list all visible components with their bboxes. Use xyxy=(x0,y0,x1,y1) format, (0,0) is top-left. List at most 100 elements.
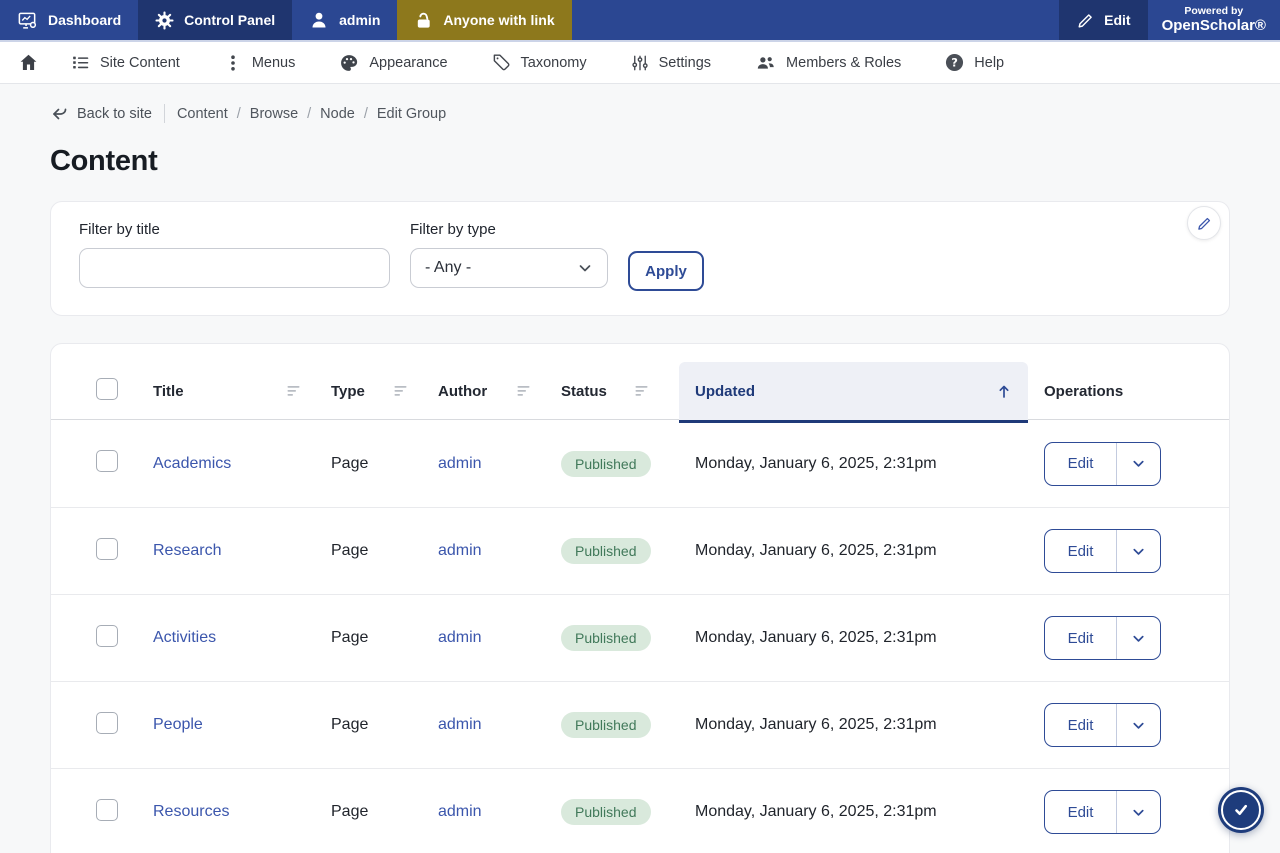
chevron-down-icon xyxy=(1131,631,1146,646)
nav-item-site-content[interactable]: Site Content xyxy=(71,53,180,72)
sliders-icon xyxy=(631,54,649,72)
row-title-link[interactable]: Activities xyxy=(153,629,216,646)
table-body: Academics Page admin Published Monday, J… xyxy=(51,420,1229,853)
row-checkbox-cell xyxy=(96,799,153,826)
nav-item-menus[interactable]: Menus xyxy=(224,54,296,72)
column-header-updated-sorted[interactable]: Updated xyxy=(679,362,1028,420)
column-header-status[interactable]: Status xyxy=(561,383,679,400)
row-operations-dropdown-button[interactable] xyxy=(1117,443,1160,485)
nav-item-members-roles[interactable]: Members & Roles xyxy=(755,52,901,73)
row-operations-split-button: Edit xyxy=(1044,442,1161,486)
filter-title-label: Filter by title xyxy=(79,221,390,238)
confirm-check-button[interactable] xyxy=(1218,787,1264,833)
topbar-item-admin[interactable]: admin xyxy=(292,0,397,40)
row-checkbox[interactable] xyxy=(96,450,118,472)
row-operations-dropdown-button[interactable] xyxy=(1117,791,1160,833)
topbar-item-share-link[interactable]: Anyone with link xyxy=(397,0,571,40)
row-title-link[interactable]: Research xyxy=(153,542,221,559)
row-author-link[interactable]: admin xyxy=(438,803,482,820)
filter-edit-button[interactable] xyxy=(1187,206,1221,240)
row-edit-button[interactable]: Edit xyxy=(1045,530,1116,572)
topbar-item-dashboard[interactable]: Dashboard xyxy=(0,0,138,40)
pencil-icon xyxy=(1076,11,1094,29)
row-edit-button[interactable]: Edit xyxy=(1045,443,1116,485)
status-badge: Published xyxy=(561,799,651,825)
topbar-edit-label: Edit xyxy=(1104,12,1130,28)
list-icon xyxy=(71,53,90,72)
row-edit-button[interactable]: Edit xyxy=(1045,791,1116,833)
topbar-item-control-panel[interactable]: Control Panel xyxy=(138,0,292,40)
row-title-link[interactable]: Academics xyxy=(153,455,231,472)
row-author-link[interactable]: admin xyxy=(438,542,482,559)
row-type: Page xyxy=(331,629,368,646)
sort-ascending-arrow-icon xyxy=(996,383,1012,400)
table-row: Academics Page admin Published Monday, J… xyxy=(51,420,1229,507)
row-checkbox[interactable] xyxy=(96,538,118,560)
nav-item-label: Menus xyxy=(252,55,296,71)
sort-icon[interactable] xyxy=(635,385,649,397)
nav-item-label: Site Content xyxy=(100,55,180,71)
powered-by-openscholar: Powered by OpenScholar® xyxy=(1148,0,1280,40)
breadcrumb-item[interactable]: Browse xyxy=(250,106,298,122)
sort-icon[interactable] xyxy=(394,385,408,397)
row-title-link[interactable]: Resources xyxy=(153,803,229,820)
row-checkbox[interactable] xyxy=(96,799,118,821)
gear-icon xyxy=(155,11,174,30)
filter-type-group: Filter by type - Any - xyxy=(410,221,608,288)
filter-type-selected-value: - Any - xyxy=(425,259,471,277)
sort-icon[interactable] xyxy=(287,385,301,397)
row-author-link[interactable]: admin xyxy=(438,455,482,472)
filter-type-select[interactable]: - Any - xyxy=(410,248,608,288)
sort-icon[interactable] xyxy=(517,385,531,397)
row-author-link[interactable]: admin xyxy=(438,716,482,733)
dashboard-icon xyxy=(17,10,38,31)
row-updated: Monday, January 6, 2025, 2:31pm xyxy=(695,716,937,733)
row-checkbox[interactable] xyxy=(96,712,118,734)
row-operations-dropdown-button[interactable] xyxy=(1117,617,1160,659)
breadcrumb-item[interactable]: Content xyxy=(177,106,228,122)
table-row: Research Page admin Published Monday, Ja… xyxy=(51,507,1229,594)
row-edit-button[interactable]: Edit xyxy=(1045,704,1116,746)
row-operations-split-button: Edit xyxy=(1044,790,1161,834)
column-header-type[interactable]: Type xyxy=(331,383,438,400)
nav-item-label: Settings xyxy=(659,55,711,71)
back-to-site-label: Back to site xyxy=(77,106,152,122)
row-operations-split-button: Edit xyxy=(1044,703,1161,747)
nav-item-settings[interactable]: Settings xyxy=(631,54,711,72)
powered-by-line2: OpenScholar® xyxy=(1162,17,1266,34)
row-title-link[interactable]: People xyxy=(153,716,203,733)
topbar-edit-button[interactable]: Edit xyxy=(1059,0,1147,40)
people-icon xyxy=(755,52,776,73)
column-header-author[interactable]: Author xyxy=(438,383,561,400)
column-header-label: Status xyxy=(561,383,607,400)
home-icon[interactable] xyxy=(18,52,39,73)
row-checkbox[interactable] xyxy=(96,625,118,647)
filter-title-group: Filter by title xyxy=(79,221,390,288)
row-operations-dropdown-button[interactable] xyxy=(1117,530,1160,572)
nav-item-appearance[interactable]: Appearance xyxy=(339,53,447,73)
filter-title-input[interactable] xyxy=(79,248,390,288)
status-badge: Published xyxy=(561,538,651,564)
row-operations-dropdown-button[interactable] xyxy=(1117,704,1160,746)
column-header-operations: Operations xyxy=(1028,383,1229,400)
back-to-site-link[interactable]: Back to site xyxy=(50,105,152,123)
nav-item-taxonomy[interactable]: Taxonomy xyxy=(492,53,587,72)
svg-text:?: ? xyxy=(951,55,958,69)
status-badge: Published xyxy=(561,451,651,477)
column-header-label: Title xyxy=(153,383,184,400)
column-header-label: Author xyxy=(438,383,487,400)
row-edit-button[interactable]: Edit xyxy=(1045,617,1116,659)
column-header-title[interactable]: Title xyxy=(153,383,331,400)
admin-navbar: Site Content Menus Appearance Taxonomy xyxy=(0,42,1280,84)
table-header-row: Title Type Author xyxy=(51,362,1229,420)
row-author-link[interactable]: admin xyxy=(438,629,482,646)
nav-item-help[interactable]: ? Help xyxy=(945,53,1004,72)
row-operations-split-button: Edit xyxy=(1044,616,1161,660)
row-checkbox-cell xyxy=(96,538,153,565)
select-all-checkbox[interactable] xyxy=(96,378,118,400)
apply-button[interactable]: Apply xyxy=(628,251,704,291)
breadcrumb-item[interactable]: Edit Group xyxy=(377,106,446,122)
kebab-icon xyxy=(224,54,242,72)
breadcrumb-item[interactable]: Node xyxy=(320,106,355,122)
nav-item-label: Members & Roles xyxy=(786,55,901,71)
